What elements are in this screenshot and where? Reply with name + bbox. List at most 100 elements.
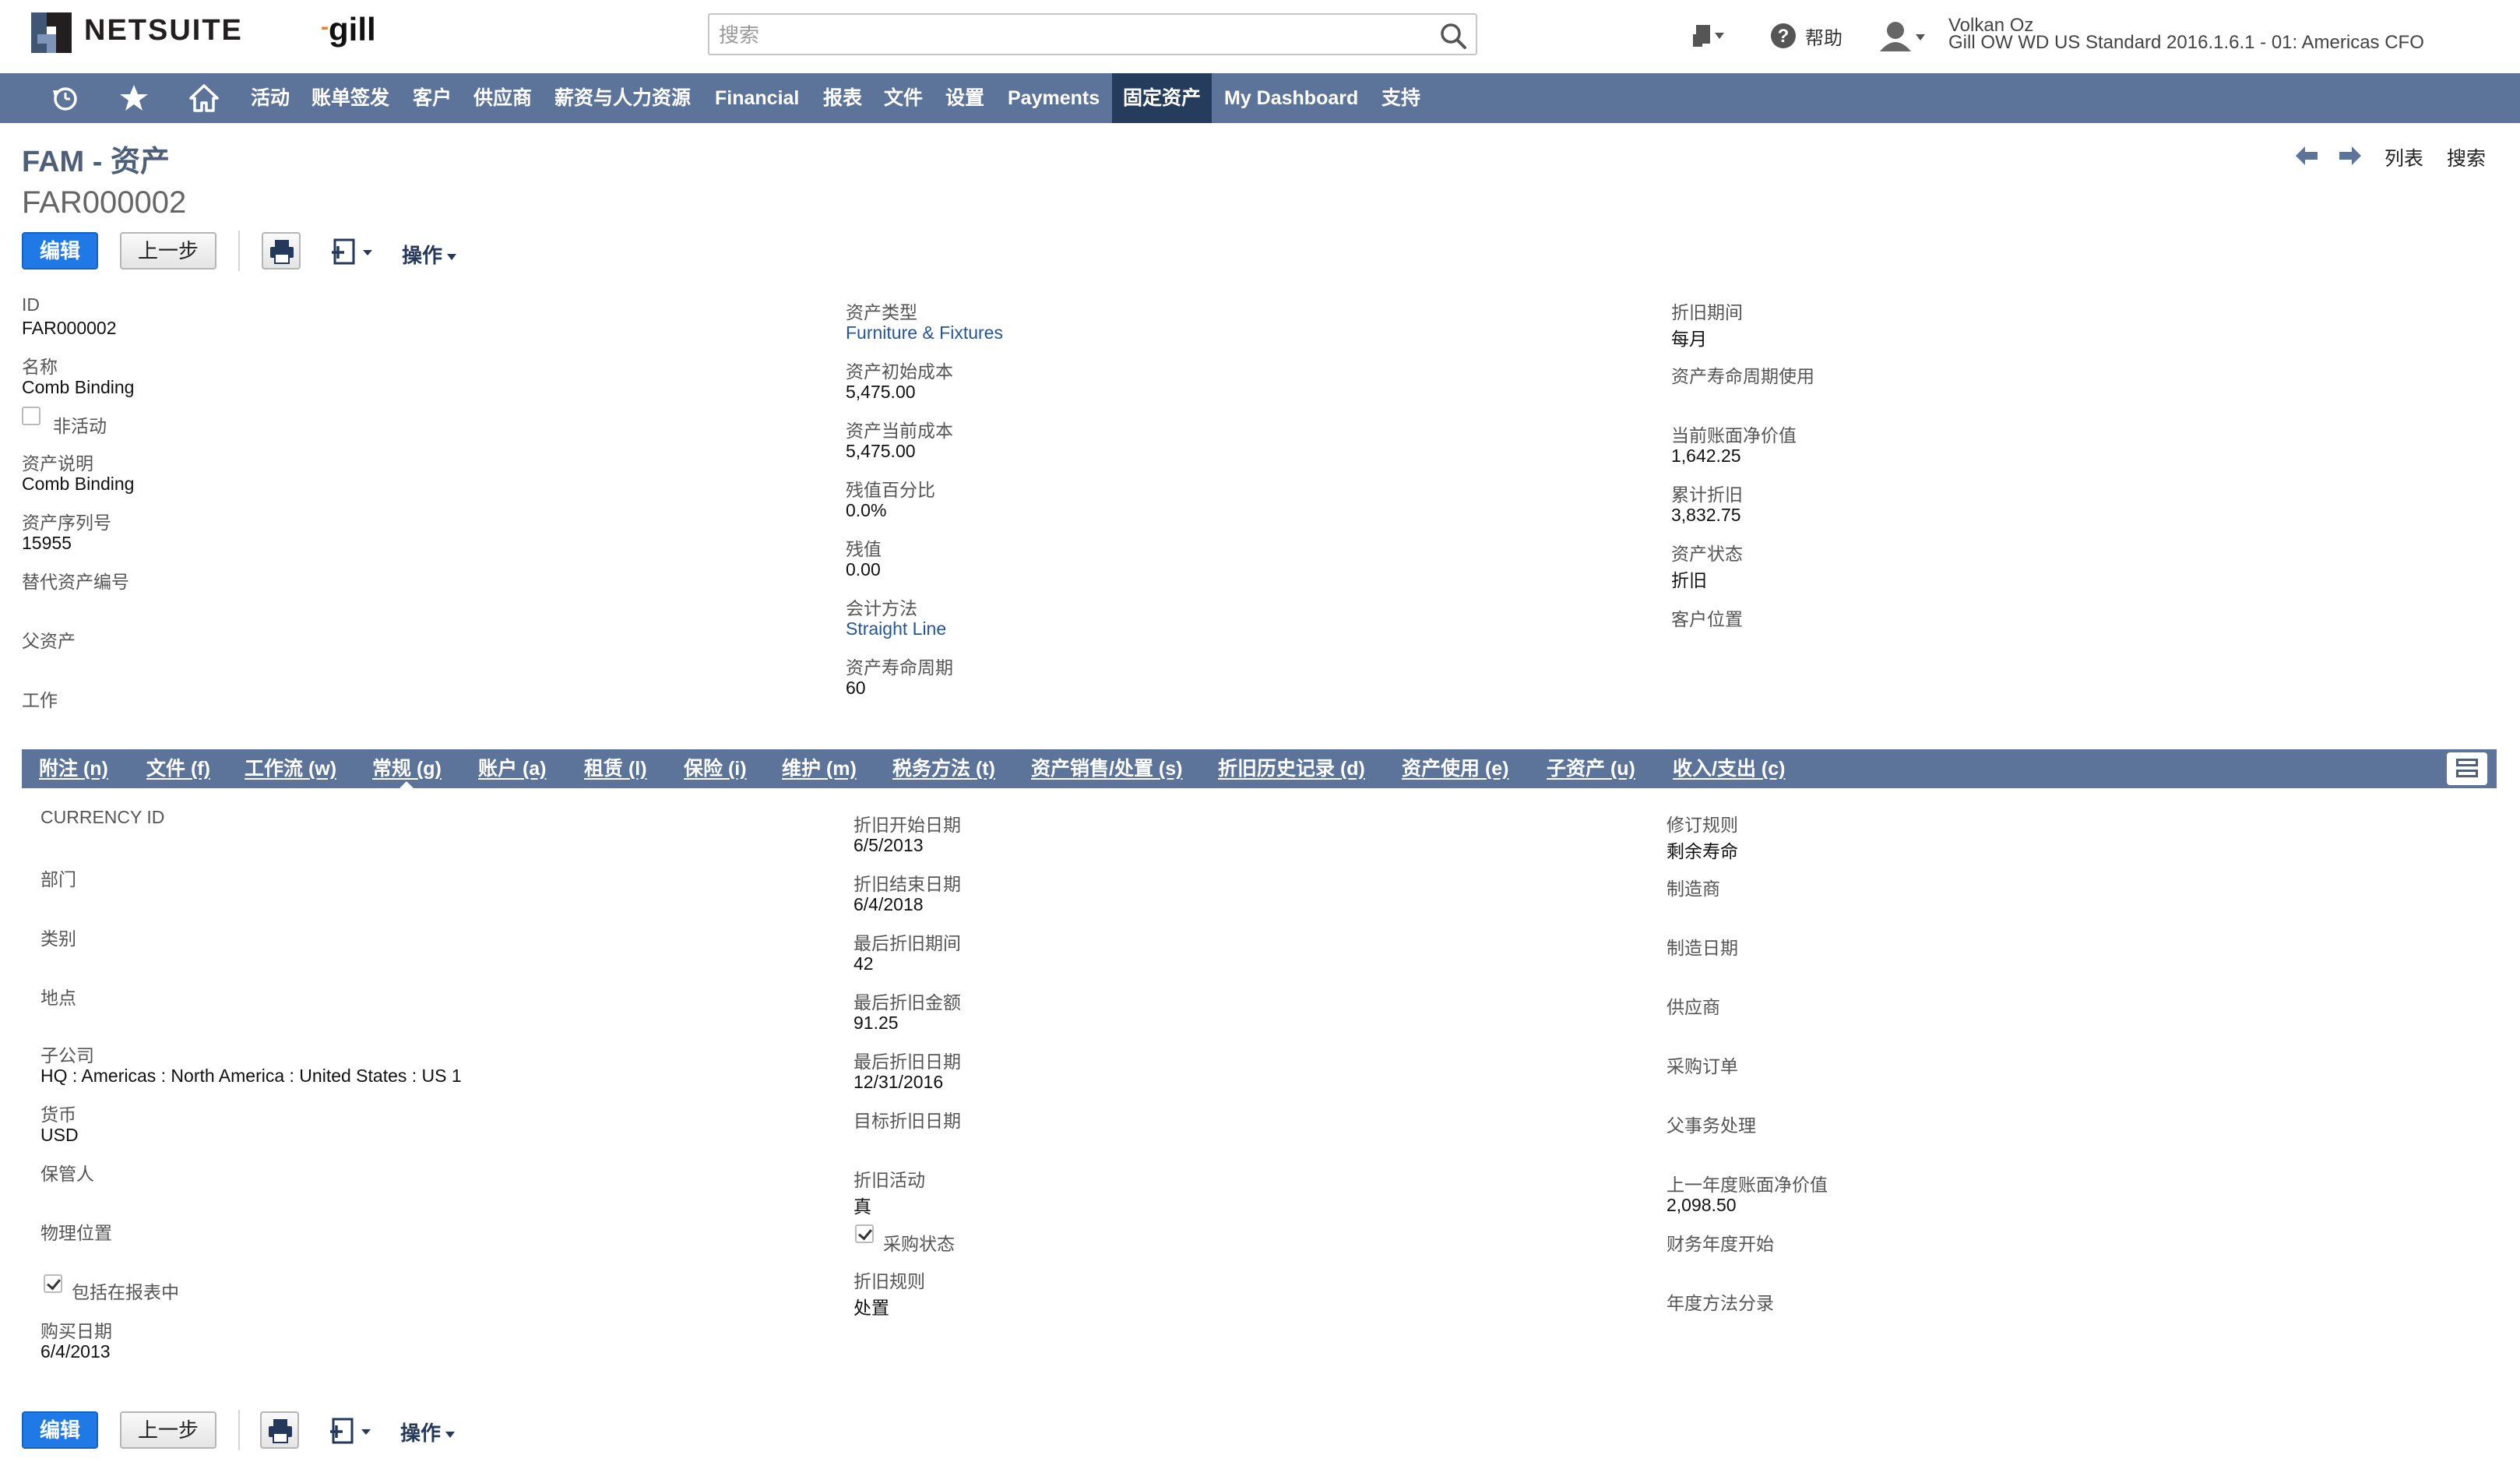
- customer-location-label: 客户位置: [1671, 609, 1743, 629]
- subtab-general[interactable]: 常规 (g): [372, 749, 442, 789]
- prior-year-nbv-value: 2,098.50: [1667, 1195, 1737, 1215]
- current-cost-value: 5,475.00: [846, 441, 916, 461]
- search-input[interactable]: [717, 21, 1406, 49]
- actions-menu[interactable]: 操作: [402, 240, 457, 269]
- last-depreciation-period-label: 最后折旧期间: [853, 933, 961, 953]
- favorites-star-icon[interactable]: [118, 83, 150, 114]
- recent-history-icon[interactable]: [50, 83, 81, 114]
- accounting-method-link[interactable]: Straight Line: [846, 618, 946, 639]
- nav-billing[interactable]: 账单签发: [311, 73, 389, 123]
- last-depreciation-period-value: 42: [853, 953, 874, 974]
- purchase-date-value: 6/4/2013: [40, 1341, 111, 1362]
- purchase-status-label: 采购状态: [883, 1234, 955, 1254]
- accumulated-depreciation-value: 3,832.75: [1671, 505, 1741, 525]
- help-label[interactable]: 帮助: [1805, 23, 1842, 50]
- depreciation-start-value: 6/5/2013: [853, 835, 924, 855]
- depreciation-end-label: 折旧结束日期: [853, 874, 961, 894]
- back-button[interactable]: 上一步: [120, 232, 216, 269]
- list-link[interactable]: 列表: [2384, 143, 2423, 171]
- toolbar-divider-bottom: [238, 1410, 240, 1450]
- depreciation-active-label: 折旧活动: [853, 1170, 925, 1190]
- depreciation-rule-label: 折旧规则: [853, 1271, 925, 1291]
- nav-customers[interactable]: 客户: [413, 73, 452, 123]
- subtab-files[interactable]: 文件 (f): [146, 749, 210, 788]
- manufacturer-label: 制造商: [1667, 879, 1720, 899]
- subtab-sale-disposal[interactable]: 资产销售/处置 (s): [1031, 749, 1182, 788]
- subtab-depreciation-history[interactable]: 折旧历史记录 (d): [1218, 749, 1365, 788]
- subtab-child-assets[interactable]: 子资产 (u): [1547, 749, 1635, 788]
- include-in-reports-label: 包括在报表中: [72, 1282, 179, 1302]
- top-header: NETSUITE -gill ? 帮助 Volkan Oz Gill OW WD…: [0, 0, 2520, 73]
- recent-records-menu[interactable]: [1691, 17, 1726, 55]
- subsidiary-label: 子公司: [40, 1045, 94, 1066]
- subtab-accounts[interactable]: 账户 (a): [478, 749, 547, 788]
- serial-number-value: 15955: [22, 533, 72, 553]
- subtab-asset-usage[interactable]: 资产使用 (e): [1402, 749, 1509, 788]
- subtab-tax-methods[interactable]: 税务方法 (t): [892, 749, 995, 788]
- purchase-status-checkbox[interactable]: [855, 1224, 874, 1243]
- new-record-icon[interactable]: [330, 237, 378, 268]
- subtab-lease[interactable]: 租赁 (l): [584, 749, 647, 788]
- print-button[interactable]: [262, 232, 301, 269]
- subtab-income-expense[interactable]: 收入/支出 (c): [1673, 749, 1785, 788]
- edit-button[interactable]: 编辑: [22, 232, 98, 269]
- nav-activities[interactable]: 活动: [251, 73, 290, 123]
- accounting-method-label: 会计方法: [846, 598, 917, 618]
- nav-vendors[interactable]: 供应商: [473, 73, 532, 123]
- back-button-bottom[interactable]: 上一步: [120, 1411, 216, 1449]
- spark-icon: -: [321, 14, 329, 40]
- custodian-label: 保管人: [40, 1164, 94, 1184]
- nav-setup[interactable]: 设置: [945, 73, 984, 123]
- chevron-down-icon: [445, 1432, 456, 1439]
- main-navigation: 活动 账单签发 客户 供应商 薪资与人力资源 Financial 报表 文件 设…: [0, 73, 2520, 123]
- nav-documents[interactable]: 文件: [884, 73, 923, 123]
- revision-rule-label: 修订规则: [1667, 815, 1738, 835]
- inactive-checkbox[interactable]: [22, 407, 40, 425]
- location-label: 地点: [40, 988, 76, 1008]
- home-icon[interactable]: [188, 83, 220, 114]
- netsuite-logo-icon[interactable]: [30, 11, 73, 55]
- previous-record-arrow-icon[interactable]: [2293, 142, 2321, 170]
- revision-rule-value: 剩余寿命: [1667, 841, 1738, 861]
- residual-percent-value: 0.0%: [846, 500, 887, 520]
- asset-description-value: Comb Binding: [22, 474, 135, 494]
- nav-reports[interactable]: 报表: [823, 73, 862, 123]
- depreciation-period-label: 折旧期间: [1671, 302, 1743, 322]
- edit-button-bottom[interactable]: 编辑: [22, 1411, 98, 1449]
- include-in-reports-checkbox[interactable]: [44, 1274, 62, 1293]
- department-label: 部门: [40, 869, 76, 890]
- net-book-value-label: 当前账面净价值: [1671, 425, 1797, 446]
- print-button-bottom[interactable]: [260, 1411, 299, 1449]
- subtab-notes[interactable]: 附注 (n): [39, 749, 108, 788]
- subtab-bar: 附注 (n) 文件 (f) 工作流 (w) 常规 (g) 账户 (a) 租赁 (…: [22, 749, 2497, 789]
- nav-fixed-assets[interactable]: 固定资产: [1112, 73, 1212, 123]
- subtab-insurance[interactable]: 保险 (i): [684, 749, 747, 788]
- original-cost-value: 5,475.00: [846, 382, 916, 402]
- user-menu[interactable]: [1877, 17, 1928, 55]
- nav-my-dashboard[interactable]: My Dashboard: [1224, 73, 1358, 123]
- search-icon[interactable]: [1438, 21, 1468, 51]
- nav-support[interactable]: 支持: [1381, 73, 1420, 123]
- nav-financial[interactable]: Financial: [715, 73, 799, 123]
- asset-type-link[interactable]: Furniture & Fixtures: [846, 322, 1003, 343]
- search-link[interactable]: 搜索: [2447, 143, 2486, 171]
- parent-transaction-label: 父事务处理: [1667, 1115, 1756, 1136]
- last-depreciation-date-value: 12/31/2016: [853, 1072, 944, 1092]
- nav-payments[interactable]: Payments: [1008, 73, 1100, 123]
- actions-menu-bottom[interactable]: 操作: [400, 1418, 456, 1446]
- global-search[interactable]: [708, 13, 1477, 55]
- next-record-arrow-icon[interactable]: [2336, 142, 2364, 170]
- asset-type-label: 资产类型: [846, 302, 917, 322]
- help-link[interactable]: ? 帮助: [1769, 17, 1842, 55]
- prior-year-nbv-label: 上一年度账面净价值: [1667, 1175, 1828, 1195]
- user-role: Gill OW WD US Standard 2016.1.6.1 - 01: …: [1948, 32, 2424, 53]
- subtab-workflow[interactable]: 工作流 (w): [245, 749, 336, 788]
- subtab-maintenance[interactable]: 维护 (m): [782, 749, 857, 788]
- user-info[interactable]: Volkan Oz Gill OW WD US Standard 2016.1.…: [1948, 16, 2424, 53]
- name-label: 名称: [22, 357, 58, 377]
- nav-payroll-hr[interactable]: 薪资与人力资源: [554, 73, 691, 123]
- new-record-icon[interactable]: [329, 1416, 377, 1447]
- annual-method-entry-label: 年度方法分录: [1667, 1293, 1774, 1313]
- layout-toggle-icon[interactable]: [2447, 752, 2487, 785]
- brand-name: NETSUITE: [84, 14, 243, 47]
